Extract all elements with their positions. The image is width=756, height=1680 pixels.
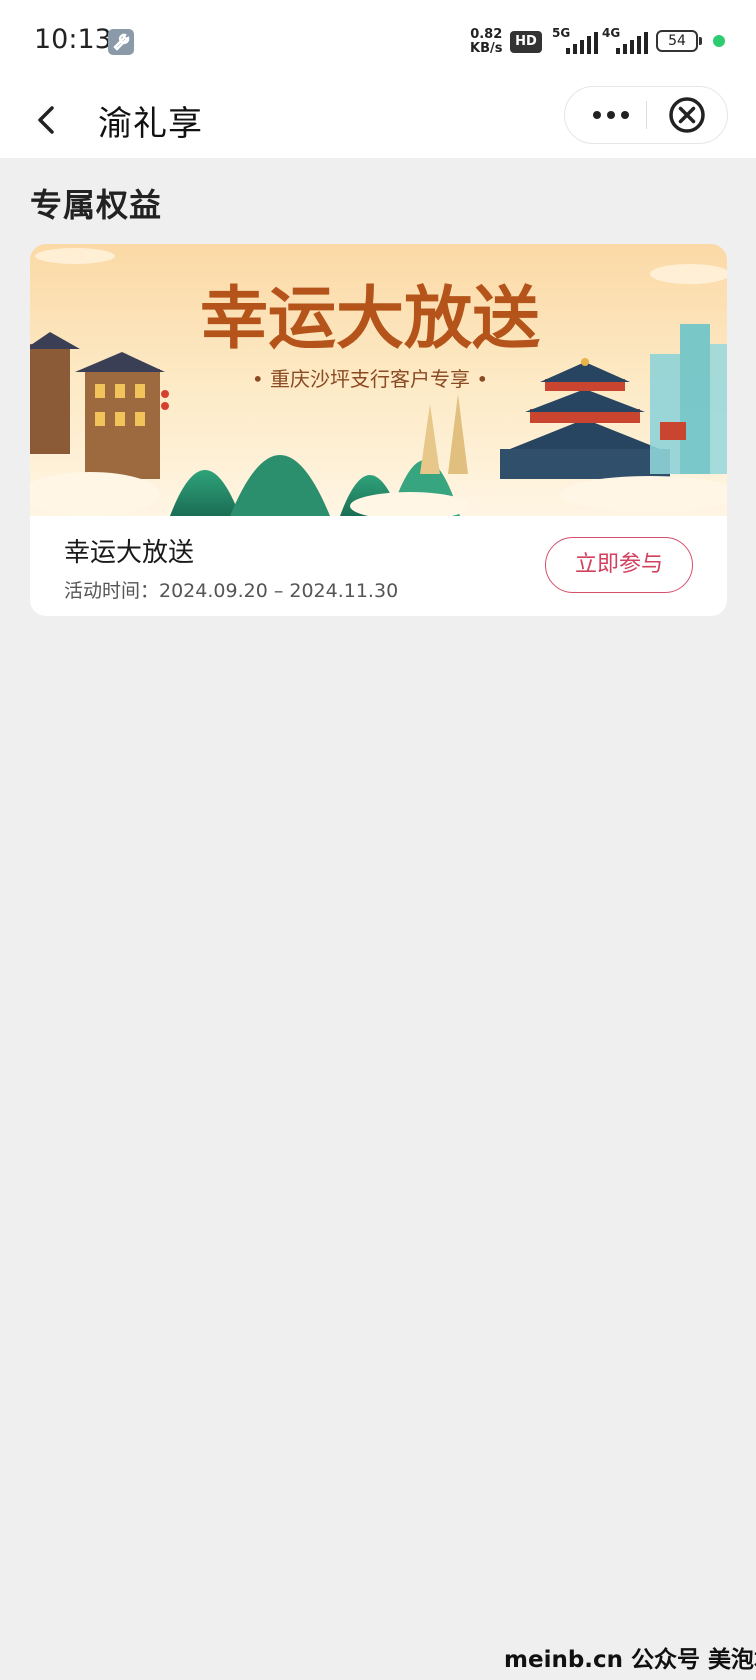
banner-title: 幸运大放送 <box>200 279 540 359</box>
nav-bar: 渝礼享 <box>0 84 756 158</box>
join-button[interactable]: 立即参与 <box>545 537 693 593</box>
section-title: 专属权益 <box>30 186 163 224</box>
banner-subtitle: • 重庆沙坪支行客户专享 • <box>252 367 488 391</box>
hd-voice-icon: HD <box>510 31 542 53</box>
signal-5g-icon: 5G <box>552 26 602 56</box>
wrench-icon <box>108 29 134 55</box>
back-button[interactable] <box>28 100 68 140</box>
status-time: 10:13 <box>34 24 112 55</box>
capsule-divider <box>646 101 647 129</box>
network-speed-value: 0.82 <box>470 27 503 42</box>
signal-4g-icon: 4G <box>602 26 652 56</box>
close-circle-icon <box>669 97 705 133</box>
battery-cap <box>699 37 702 45</box>
activity-time: 活动时间：2024.09.20 – 2024.11.30 <box>64 580 399 602</box>
status-dot-icon <box>713 35 725 47</box>
battery-icon: 54 <box>656 30 698 52</box>
benefit-card[interactable]: 幸运大放送 • 重庆沙坪支行客户专享 • 幸运大放送 活动时间：2024.09.… <box>30 244 727 616</box>
chevron-left-icon <box>38 106 54 134</box>
card-title: 幸运大放送 <box>64 538 195 568</box>
banner-image[interactable]: 幸运大放送 • 重庆沙坪支行客户专享 • <box>30 244 727 516</box>
miniprogram-capsule <box>564 86 728 144</box>
more-button[interactable] <box>581 87 641 143</box>
more-icon <box>593 111 629 119</box>
network-speed: 0.82 KB/s <box>470 28 502 56</box>
status-bar: 10:13 0.82 KB/s HD 5G 4G 54 <box>0 0 756 84</box>
network-speed-unit: KB/s <box>470 41 503 56</box>
close-button[interactable] <box>657 87 717 143</box>
watermark: meinb.cn 公众号 美泡君 <box>504 1647 756 1673</box>
page-title: 渝礼享 <box>98 104 203 144</box>
